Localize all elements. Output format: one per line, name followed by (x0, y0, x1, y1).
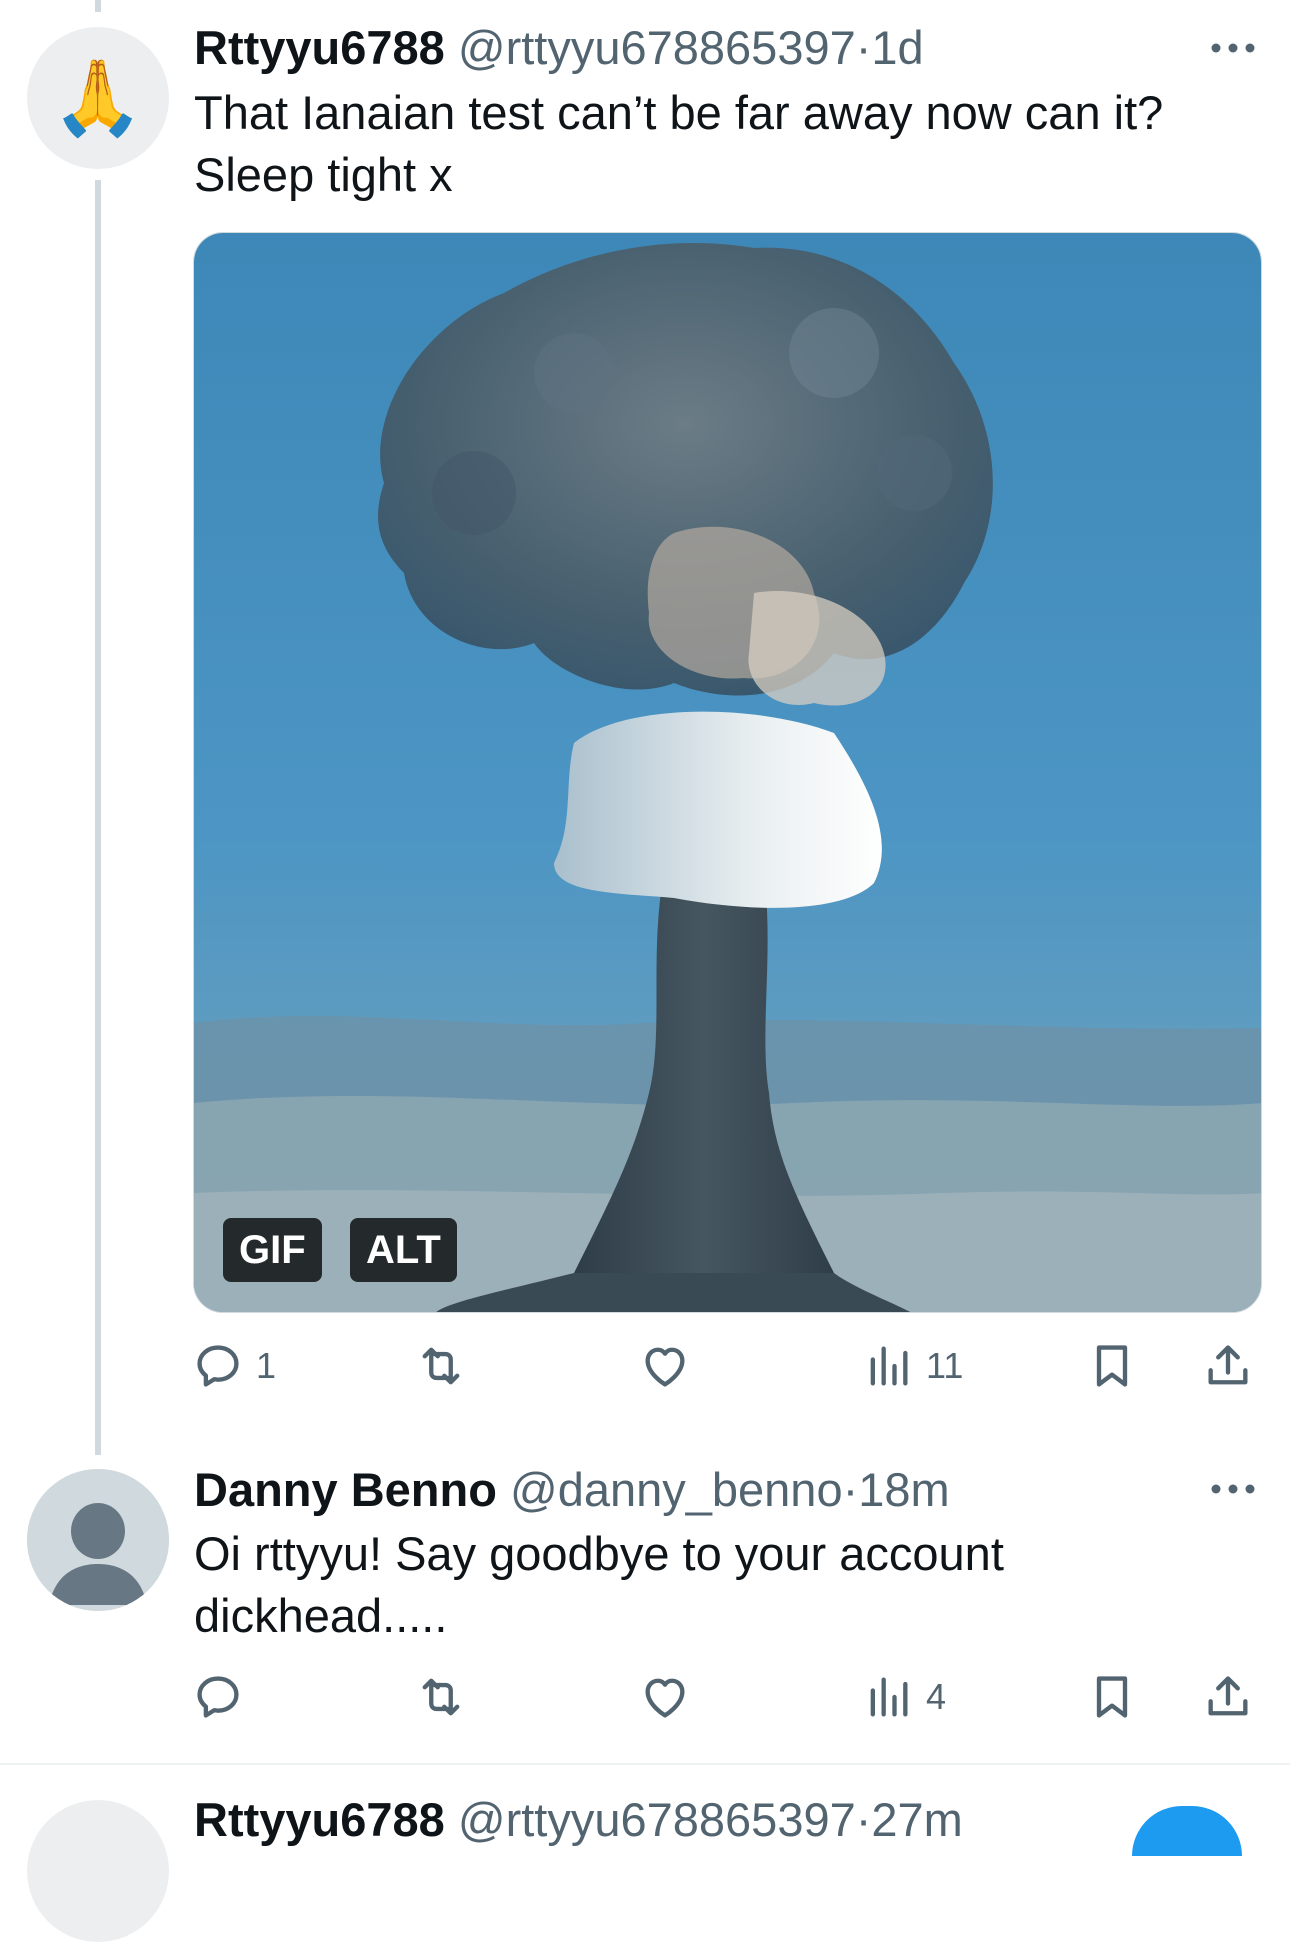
bookmark-icon (1096, 1676, 1128, 1718)
display-name[interactable]: Danny Benno (194, 1463, 497, 1516)
like-button[interactable] (639, 1336, 691, 1396)
tweet-text: Oi rttyyu! Say goodbye to your account d… (194, 1523, 1244, 1647)
bookmark-icon (1096, 1345, 1128, 1387)
tweet-header: Rttyyu6788 @rttyyu678865397·1d (194, 20, 924, 76)
timestamp[interactable]: 18m (858, 1463, 949, 1516)
bookmark-button[interactable] (1086, 1336, 1138, 1396)
more-options-icon[interactable] (1210, 1482, 1256, 1496)
separator-dot: · (855, 21, 872, 74)
timestamp[interactable]: 1d (871, 21, 923, 74)
reply-icon (197, 1345, 239, 1387)
heart-icon (645, 1678, 685, 1718)
retweet-icon (422, 1347, 460, 1385)
tweet-header: Rttyyu6788 @rttyyu678865397·27m (194, 1792, 963, 1848)
tweet-media-gif[interactable] (193, 232, 1262, 1313)
display-name[interactable]: Rttyyu6788 (194, 1793, 445, 1846)
avatar[interactable] (27, 1800, 169, 1942)
tweet-header: Danny Benno @danny_benno·18m (194, 1462, 950, 1518)
share-button[interactable] (1202, 1667, 1254, 1727)
compose-button[interactable] (1132, 1806, 1242, 1856)
user-handle[interactable]: @danny_benno (510, 1463, 843, 1516)
reply-button[interactable]: 1 (192, 1336, 276, 1396)
heart-icon (645, 1347, 685, 1387)
avatar-emoji: 🙏 (51, 56, 145, 139)
reply-count: 1 (256, 1345, 277, 1386)
alt-text-button[interactable]: ALT (350, 1218, 457, 1282)
tweet-text: That Ianaian test can’t be far away now … (194, 82, 1244, 206)
share-icon (1208, 1676, 1248, 1716)
separator-dot: · (855, 1793, 872, 1846)
views-button[interactable]: 4 (862, 1667, 946, 1727)
share-icon (1208, 1345, 1248, 1385)
retweet-button[interactable] (415, 1336, 467, 1396)
user-handle[interactable]: @rttyyu678865397 (458, 1793, 856, 1846)
display-name[interactable]: Rttyyu6788 (194, 21, 445, 74)
mushroom-cloud-image (194, 233, 1261, 1312)
thread-line (95, 0, 101, 12)
avatar[interactable]: 🙏 (27, 27, 169, 169)
avatar[interactable] (27, 1469, 169, 1611)
views-count: 4 (926, 1676, 947, 1717)
analytics-icon (870, 1346, 908, 1386)
tweet-divider (0, 1763, 1290, 1765)
default-profile-icon (27, 1469, 169, 1611)
reply-button[interactable] (192, 1667, 244, 1727)
tweet-text-line: Oi rttyyu! Say goodbye to your account (194, 1527, 1004, 1580)
views-count: 11 (926, 1345, 964, 1386)
separator-dot: · (842, 1463, 859, 1516)
like-button[interactable] (639, 1667, 691, 1727)
more-options-icon[interactable] (1210, 41, 1256, 55)
tweet-actions: 1 11 (192, 1336, 1262, 1396)
views-button[interactable]: 11 (862, 1336, 963, 1396)
thread-line (95, 180, 101, 1455)
timestamp[interactable]: 27m (871, 1793, 962, 1846)
analytics-icon (870, 1677, 908, 1717)
gif-badge: GIF (223, 1218, 322, 1282)
bookmark-button[interactable] (1086, 1667, 1138, 1727)
retweet-button[interactable] (415, 1667, 467, 1727)
tweet-text-line: Sleep tight x (194, 148, 453, 201)
share-button[interactable] (1202, 1336, 1254, 1396)
tweet-actions: 4 (192, 1667, 1262, 1727)
retweet-icon (422, 1678, 460, 1716)
tweet-text-line: dickhead..... (194, 1589, 448, 1642)
reply-icon (197, 1676, 239, 1718)
tweet-text-line: That Ianaian test can’t be far away now … (194, 86, 1164, 139)
user-handle[interactable]: @rttyyu678865397 (458, 21, 856, 74)
